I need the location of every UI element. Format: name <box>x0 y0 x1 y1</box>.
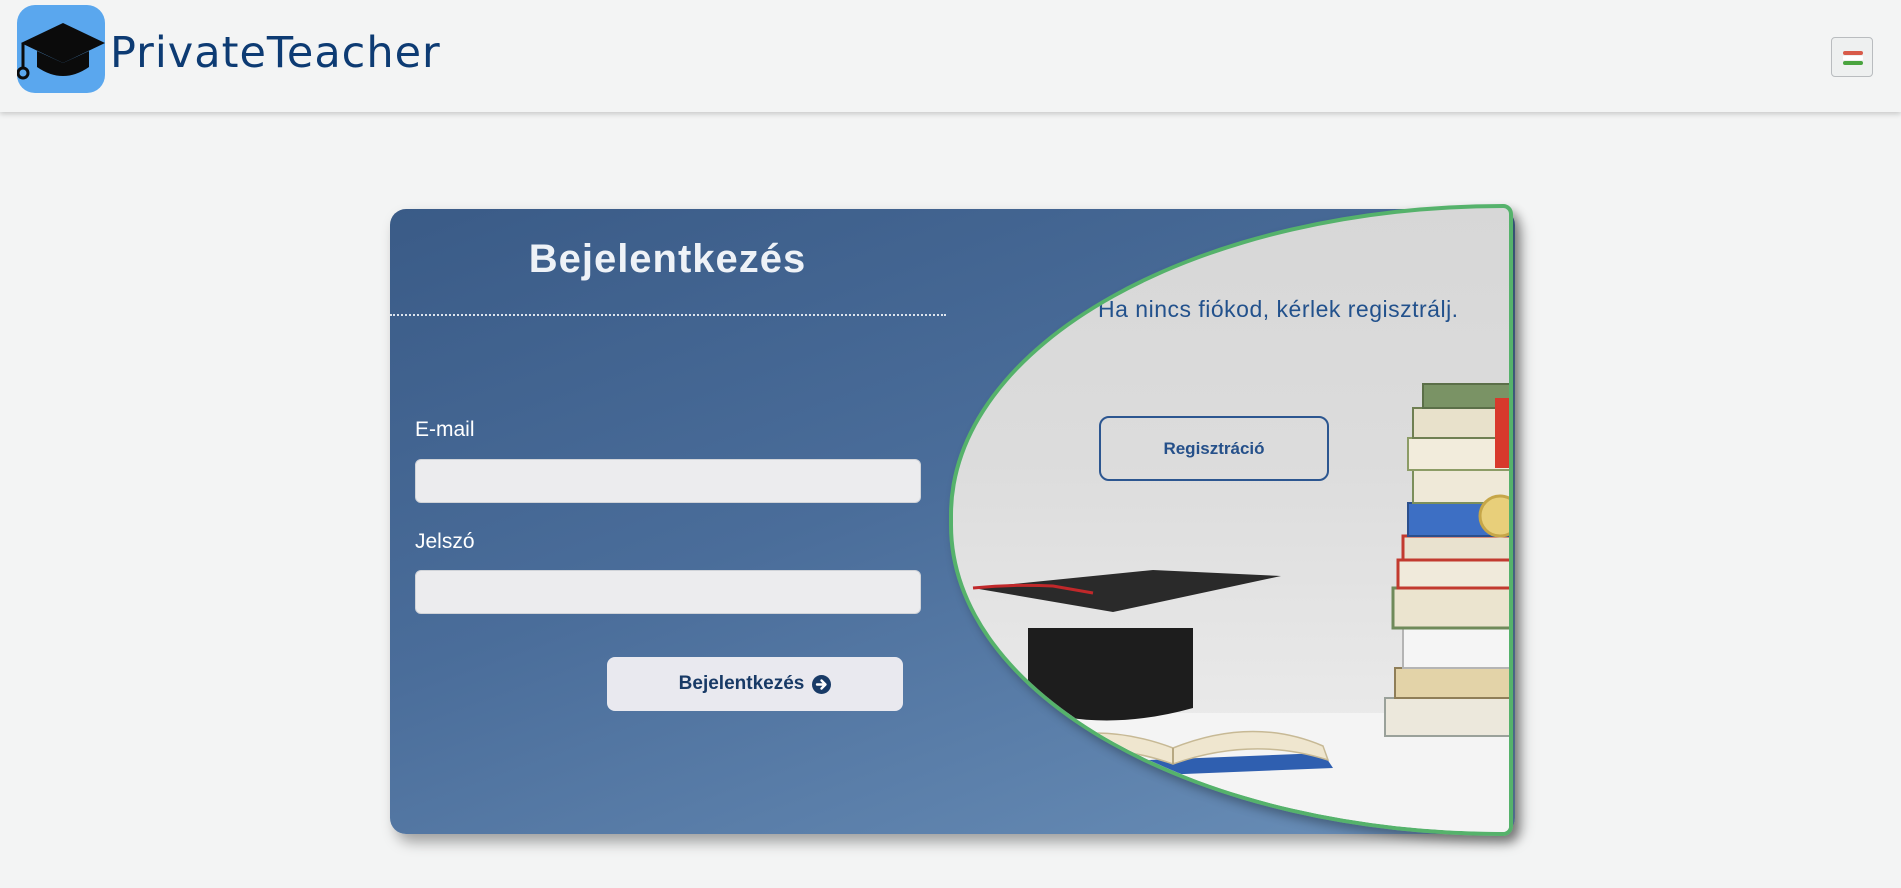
email-label: E-mail <box>415 418 475 441</box>
navbar: PrivateTeacher <box>0 0 1901 112</box>
register-panel: Ha nincs fiókod, kérlek regisztrálj. Reg… <box>949 204 1513 836</box>
login-button-label: Bejelentkezés <box>678 673 805 694</box>
graduation-cap-icon[interactable] <box>17 5 105 93</box>
hungarian-flag-icon <box>1843 51 1863 55</box>
password-label: Jelszó <box>415 530 475 553</box>
email-field[interactable] <box>415 459 921 503</box>
register-prompt: Ha nincs fiókod, kérlek regisztrálj. <box>1098 296 1459 322</box>
login-button[interactable]: Bejelentkezés <box>607 657 903 711</box>
brand-name[interactable]: PrivateTeacher <box>110 28 441 78</box>
login-title: Bejelentkezés <box>528 237 807 281</box>
arrow-circle-right-icon <box>812 674 832 694</box>
language-selector-button[interactable] <box>1831 37 1873 77</box>
title-divider <box>390 314 946 316</box>
password-field[interactable] <box>415 570 921 614</box>
register-button[interactable]: Regisztráció <box>1099 416 1329 481</box>
